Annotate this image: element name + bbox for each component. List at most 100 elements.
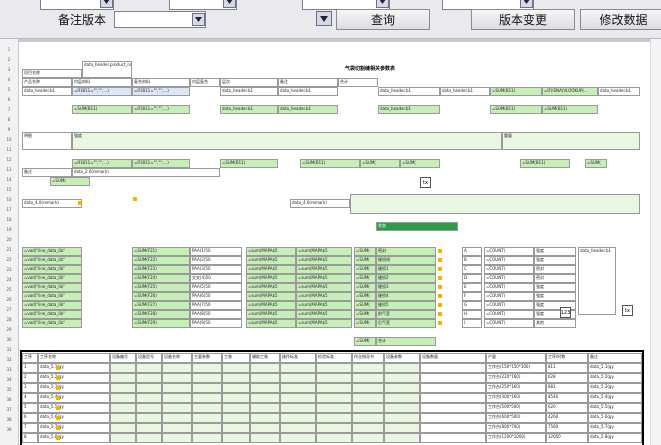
cell-remark-2[interactable]: data_2.0(remark): [72, 168, 220, 177]
row-number[interactable]: 9: [0, 127, 18, 132]
process-row-cell[interactable]: [384, 373, 420, 383]
process-row-name[interactable]: data_5.4(gy: [38, 393, 110, 403]
process-header-cell[interactable]: 工序名称: [38, 353, 110, 363]
process-row-cell[interactable]: [136, 383, 162, 393]
process-row-cell[interactable]: [162, 433, 192, 443]
param-cell-col_a[interactable]: I: [462, 319, 482, 328]
param-cell-label[interactable]: =vad("line_data_lib": [22, 265, 82, 274]
process-row-number[interactable]: 6: [22, 413, 38, 423]
process-row-cell[interactable]: [250, 383, 280, 393]
param-cell-type[interactable]: 强度: [534, 292, 576, 301]
param-cell-label[interactable]: =vad("line_data_lib": [22, 301, 82, 310]
process-header-cell[interactable]: 主要参数: [192, 353, 222, 363]
param-cell-desc[interactable]: PAA(7)50: [190, 301, 242, 310]
param-cell-g[interactable]: =SUM(: [354, 292, 376, 301]
param-cell-name[interactable]: 后气室: [376, 319, 436, 328]
process-header-cell[interactable]: 设备名称: [162, 353, 192, 363]
param-cell-formula[interactable]: =sum(MAPA$5: [246, 247, 296, 256]
process-row-cell[interactable]: [316, 413, 352, 423]
spreadsheet[interactable]: 1 2 3 4 5 6 7 8 9 10 11 12 13 14 15 16 17 18 19 20 21 22 23 24 2…: [0, 39, 661, 445]
process-row-equipment[interactable]: [420, 423, 486, 433]
param-cell-label[interactable]: =vad("line_data_lib": [22, 319, 82, 328]
param-cell-desc[interactable]: PAA(5)50: [190, 283, 242, 292]
param-cell-name[interactable]: 缝纫3: [376, 283, 436, 292]
cell-param-header[interactable]: 状态: [376, 222, 458, 231]
cell-remarks[interactable]: 备注: [278, 78, 338, 87]
process-row-cell[interactable]: [162, 373, 192, 383]
row-number[interactable]: 32: [0, 357, 18, 362]
process-row-remark[interactable]: data_5.1(gy: [588, 363, 642, 373]
param-cell-type[interactable]: 强度: [534, 283, 576, 292]
param-cell-desc[interactable]: 交叉(4)50: [190, 274, 242, 283]
process-header-cell[interactable]: 设备型号: [136, 353, 162, 363]
chevron-down-icon[interactable]: [520, 0, 533, 8]
param-cell-formula[interactable]: =sum(MAPA$5: [296, 256, 352, 265]
param-cell-formula[interactable]: =sum(MAPA$5: [246, 256, 296, 265]
process-row-cell[interactable]: [192, 423, 222, 433]
cell-green-6[interactable]: =SUM(B11): [490, 105, 542, 114]
param-cell-count[interactable]: =COUNT(: [484, 265, 534, 274]
param-cell-count[interactable]: =COUNT(: [484, 310, 534, 319]
param-cell-type[interactable]: 密封: [534, 274, 576, 283]
process-row-qty[interactable]: 628: [546, 373, 588, 383]
process-row-cell[interactable]: [192, 383, 222, 393]
param-cell-pass[interactable]: =SUM(F26): [132, 292, 190, 301]
process-row-cell[interactable]: [110, 393, 136, 403]
process-row-cell[interactable]: [316, 363, 352, 373]
process-header-cell[interactable]: 产量: [486, 353, 546, 363]
process-row-cell[interactable]: [316, 403, 352, 413]
process-row-cell[interactable]: [384, 403, 420, 413]
process-row-remark[interactable]: data_5.8(gy: [588, 433, 642, 443]
param-cell-col_a[interactable]: B: [462, 256, 482, 265]
cell-inner-density[interactable]: 内层复合: [190, 78, 220, 87]
process-row-cell[interactable]: [352, 363, 384, 373]
row-number[interactable]: 18: [0, 217, 18, 222]
process-row-cell[interactable]: [110, 403, 136, 413]
process-row-param[interactable]: 工作台(1200*1000): [486, 433, 546, 443]
param-cell-type[interactable]: 其他: [534, 319, 576, 328]
cell-detail-label[interactable]: 明细: [22, 132, 72, 150]
process-row-name[interactable]: data_5.8(gy: [38, 433, 110, 443]
cell-blue-2[interactable]: =IF(B11="","",...): [132, 87, 190, 96]
param-cell-count[interactable]: =COUNT(: [484, 247, 534, 256]
process-row-cell[interactable]: [162, 403, 192, 413]
process-row-number[interactable]: 2: [22, 373, 38, 383]
cell-green-2[interactable]: =IF(B11="","",...): [132, 105, 190, 114]
cell-green-7[interactable]: =SUM(B11): [542, 105, 598, 114]
param-cell-label[interactable]: =vad("line_data_lib": [22, 274, 82, 283]
text-box-icon[interactable]: tx: [420, 177, 431, 188]
row-number[interactable]: 11: [0, 147, 18, 152]
cell-data-header-2[interactable]: data_header.b1: [220, 87, 278, 96]
process-row-name[interactable]: data_5.1(gy: [38, 363, 110, 373]
process-row-cell[interactable]: [110, 383, 136, 393]
process-row-cell[interactable]: [136, 413, 162, 423]
row-number[interactable]: 30: [0, 337, 18, 342]
row-number[interactable]: 38: [0, 417, 18, 422]
process-row-cell[interactable]: [222, 433, 250, 443]
process-row-cell[interactable]: [280, 393, 316, 403]
param-cell-label[interactable]: =vad("line_data_lib": [22, 247, 82, 256]
process-row-cell[interactable]: [316, 393, 352, 403]
row-number[interactable]: 36: [0, 397, 18, 402]
param-cell-desc[interactable]: PAA(3)50: [190, 265, 242, 274]
process-row-cell[interactable]: [192, 363, 222, 373]
param-cell-pass[interactable]: =SUM(F23): [132, 265, 190, 274]
param-cell-g[interactable]: =SUM(: [354, 283, 376, 292]
cell-green-3[interactable]: data_header.b1: [220, 105, 278, 114]
param-cell-col_a[interactable]: H: [462, 310, 482, 319]
process-row-cell[interactable]: [384, 363, 420, 373]
process-row-cell[interactable]: [352, 383, 384, 393]
cell-lookup-formula[interactable]: =IF(ISNA(VLOOKUP(...: [542, 87, 598, 96]
param-cell-formula[interactable]: =sum(MAPA$5: [296, 274, 352, 283]
process-row-cell[interactable]: [222, 423, 250, 433]
cell-row-green-8[interactable]: =SUM(: [585, 159, 607, 168]
cell-row-green-1[interactable]: =IF(B11="","",...): [72, 159, 132, 168]
process-row-cell[interactable]: [250, 413, 280, 423]
process-header-cell[interactable]: 检验标准: [316, 353, 352, 363]
row-number[interactable]: 3: [0, 67, 18, 72]
process-row-cell[interactable]: [250, 373, 280, 383]
cell-row-green-3[interactable]: =SUM(B11): [220, 159, 278, 168]
param-cell-formula[interactable]: =sum(MAPA$5: [246, 265, 296, 274]
vertical-scrollbar[interactable]: [650, 39, 661, 445]
cell-row-green-2[interactable]: =IF(B11="","",...): [132, 159, 190, 168]
